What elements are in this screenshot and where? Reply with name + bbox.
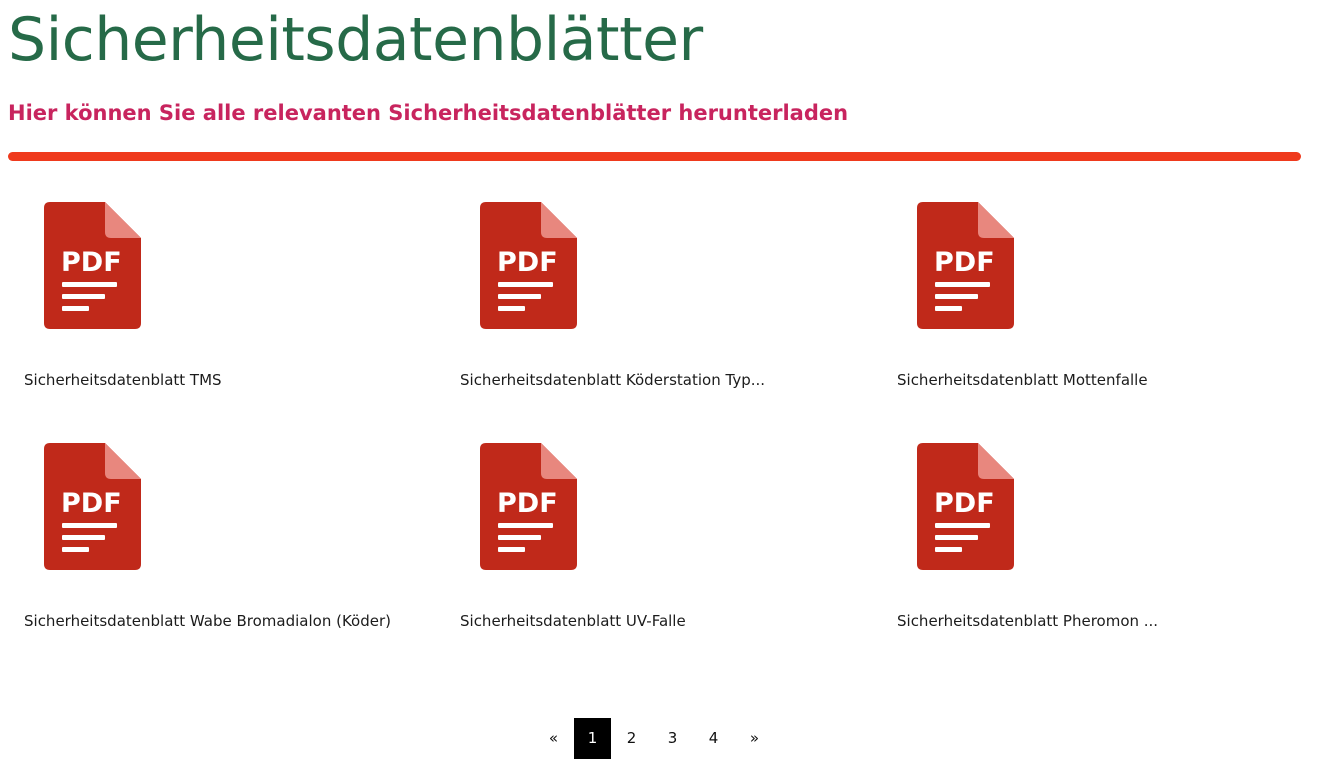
document-title[interactable]: Sicherheitsdatenblatt TMS — [24, 368, 394, 392]
pagination-page-3[interactable]: 3 — [654, 718, 691, 759]
document-card[interactable]: PDF Sicherheitsdatenblatt Mottenfalle — [897, 202, 1297, 432]
document-title[interactable]: Sicherheitsdatenblatt Wabe Bromadialon (… — [24, 609, 394, 633]
document-title[interactable]: Sicherheitsdatenblatt UV-Falle — [460, 609, 830, 633]
pdf-file-icon[interactable]: PDF — [917, 202, 1014, 329]
document-card[interactable]: PDF Sicherheitsdatenblatt Wabe Bromadial… — [24, 443, 424, 673]
document-title[interactable]: Sicherheitsdatenblatt Köderstation Typ..… — [460, 368, 830, 392]
document-title[interactable]: Sicherheitsdatenblatt Pheromon ... — [897, 609, 1267, 633]
pdf-icon-label: PDF — [934, 247, 995, 278]
pdf-file-icon[interactable]: PDF — [44, 443, 141, 570]
pdf-icon-label: PDF — [934, 488, 995, 519]
pdf-icon-label: PDF — [61, 488, 122, 519]
pdf-icon-label: PDF — [497, 247, 558, 278]
pdf-file-icon[interactable]: PDF — [480, 202, 577, 329]
pdf-icon-label: PDF — [61, 247, 122, 278]
document-card[interactable]: PDF Sicherheitsdatenblatt TMS — [24, 202, 424, 432]
pagination-page-4[interactable]: 4 — [695, 718, 732, 759]
pdf-file-icon[interactable]: PDF — [44, 202, 141, 329]
document-card[interactable]: PDF Sicherheitsdatenblatt Köderstation T… — [460, 202, 860, 432]
pagination: « 1 2 3 4 » — [0, 718, 1319, 759]
documents-grid: PDF Sicherheitsdatenblatt TMS PDF Sicher… — [0, 0, 1319, 700]
document-title[interactable]: Sicherheitsdatenblatt Mottenfalle — [897, 368, 1267, 392]
pdf-file-icon[interactable]: PDF — [917, 443, 1014, 570]
document-card[interactable]: PDF Sicherheitsdatenblatt UV-Falle — [460, 443, 860, 673]
document-card[interactable]: PDF Sicherheitsdatenblatt Pheromon ... — [897, 443, 1297, 673]
pdf-icon-label: PDF — [497, 488, 558, 519]
pdf-file-icon[interactable]: PDF — [480, 443, 577, 570]
pagination-next-button[interactable]: » — [736, 718, 773, 759]
pagination-page-1[interactable]: 1 — [574, 718, 611, 759]
pagination-page-2[interactable]: 2 — [613, 718, 650, 759]
pagination-prev-button[interactable]: « — [535, 718, 572, 759]
